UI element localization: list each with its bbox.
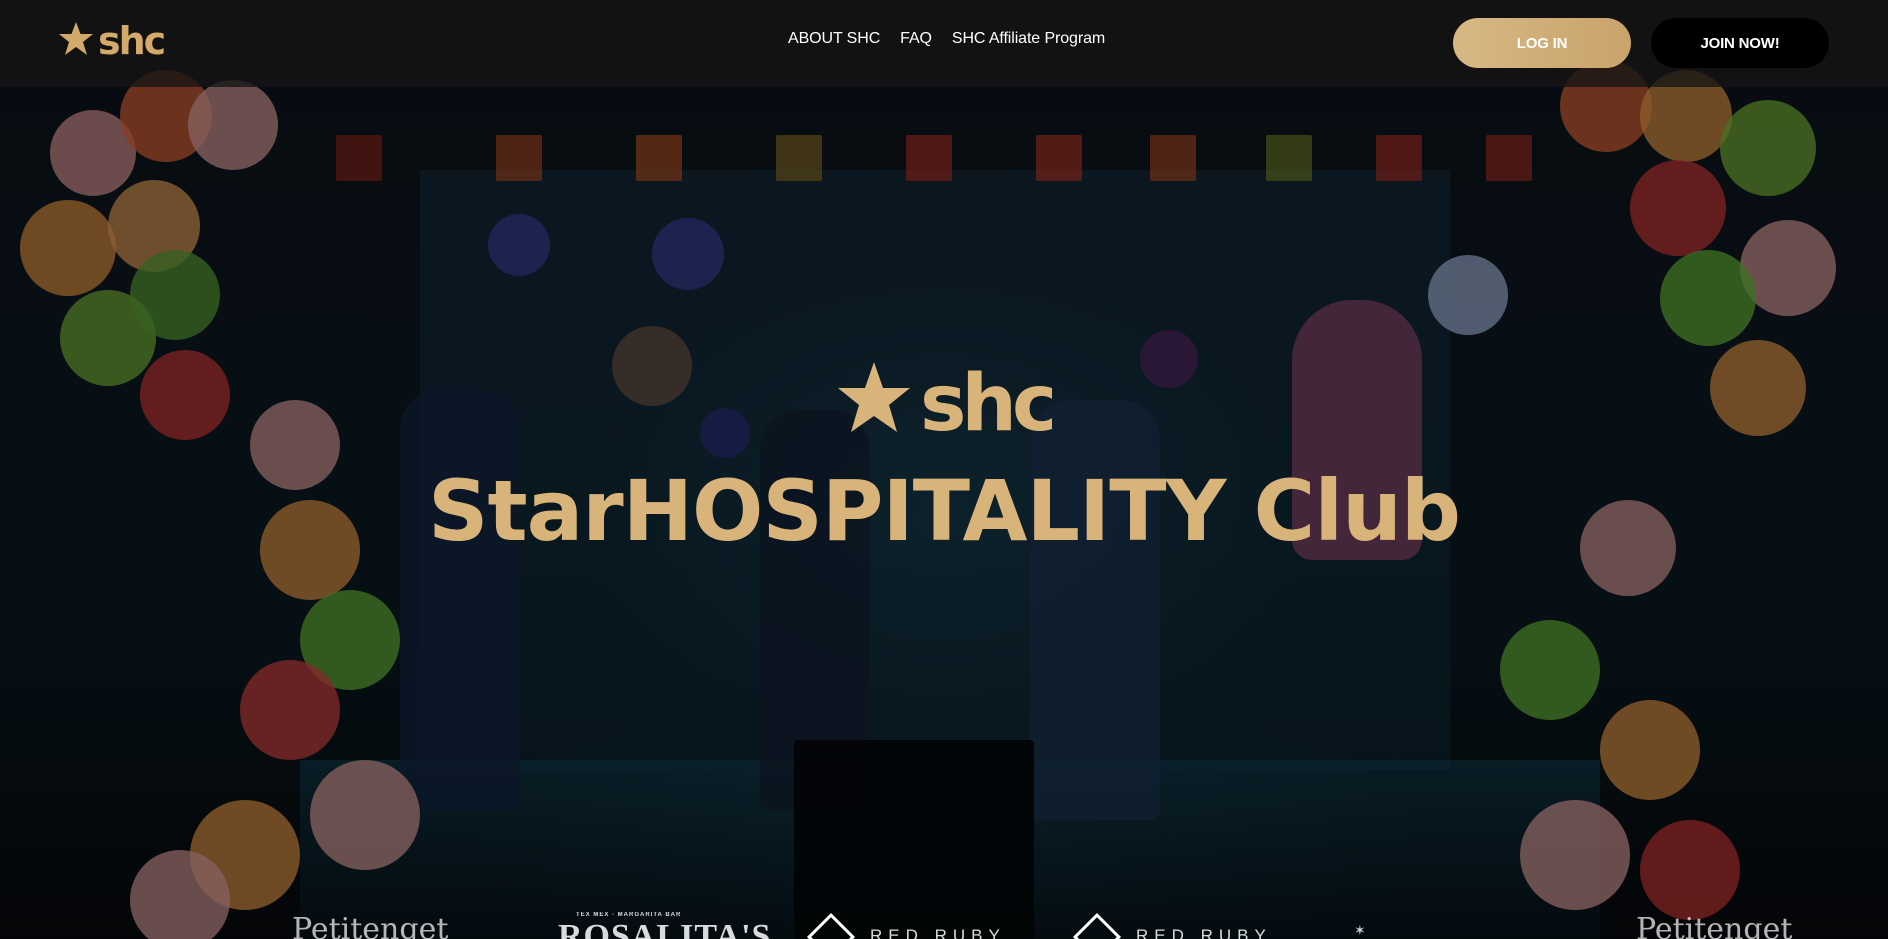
star-shc-logo-icon: shc	[59, 20, 166, 63]
partner-logo-red-ruby[interactable]: RED RUBY	[806, 912, 1006, 939]
nav-link-faq[interactable]: FAQ	[900, 30, 932, 48]
nav-link-affiliate[interactable]: SHC Affiliate Program	[952, 30, 1105, 48]
partner-logo-partial-icon: ✶	[1354, 922, 1366, 938]
site-header: shc ABOUT SHC FAQ SHC Affiliate Program …	[0, 0, 1888, 87]
partner-name: RED RUBY	[870, 926, 1006, 939]
nav-link-about[interactable]: ABOUT SHC	[788, 30, 880, 48]
partner-logo-strip: Petitenget TEX MEX · MARGARITA BAR ROSAL…	[0, 912, 1888, 939]
star-shc-logo-icon: shc	[838, 359, 1059, 449]
partner-tagline: TEX MEX · MARGARITA BAR	[576, 912, 682, 918]
red-ruby-diamond-icon	[1072, 912, 1122, 939]
main-nav: ABOUT SHC FAQ SHC Affiliate Program	[788, 30, 1105, 48]
hero-logo-wordmark: shc	[920, 359, 1052, 449]
partner-logo-rosalitas[interactable]: TEX MEX · MARGARITA BAR ROSALITA'S	[558, 912, 771, 939]
partner-logo-red-ruby[interactable]: RED RUBY	[1072, 912, 1272, 939]
join-now-button[interactable]: JOIN NOW!	[1651, 18, 1829, 68]
red-ruby-diamond-icon	[806, 912, 856, 939]
login-button[interactable]: LOG IN	[1453, 18, 1631, 68]
hero-logo: shc	[836, 358, 1059, 455]
site-logo[interactable]: shc	[58, 20, 170, 64]
partner-logo-petitenget[interactable]: Petitenget	[292, 912, 448, 939]
logo-wordmark: shc	[98, 20, 164, 63]
partner-name: RED RUBY	[1136, 926, 1272, 939]
partner-logo-petitenget[interactable]: Petitenget	[1636, 912, 1792, 939]
hero-title: StarHOSPITALITY Club	[427, 462, 1461, 560]
